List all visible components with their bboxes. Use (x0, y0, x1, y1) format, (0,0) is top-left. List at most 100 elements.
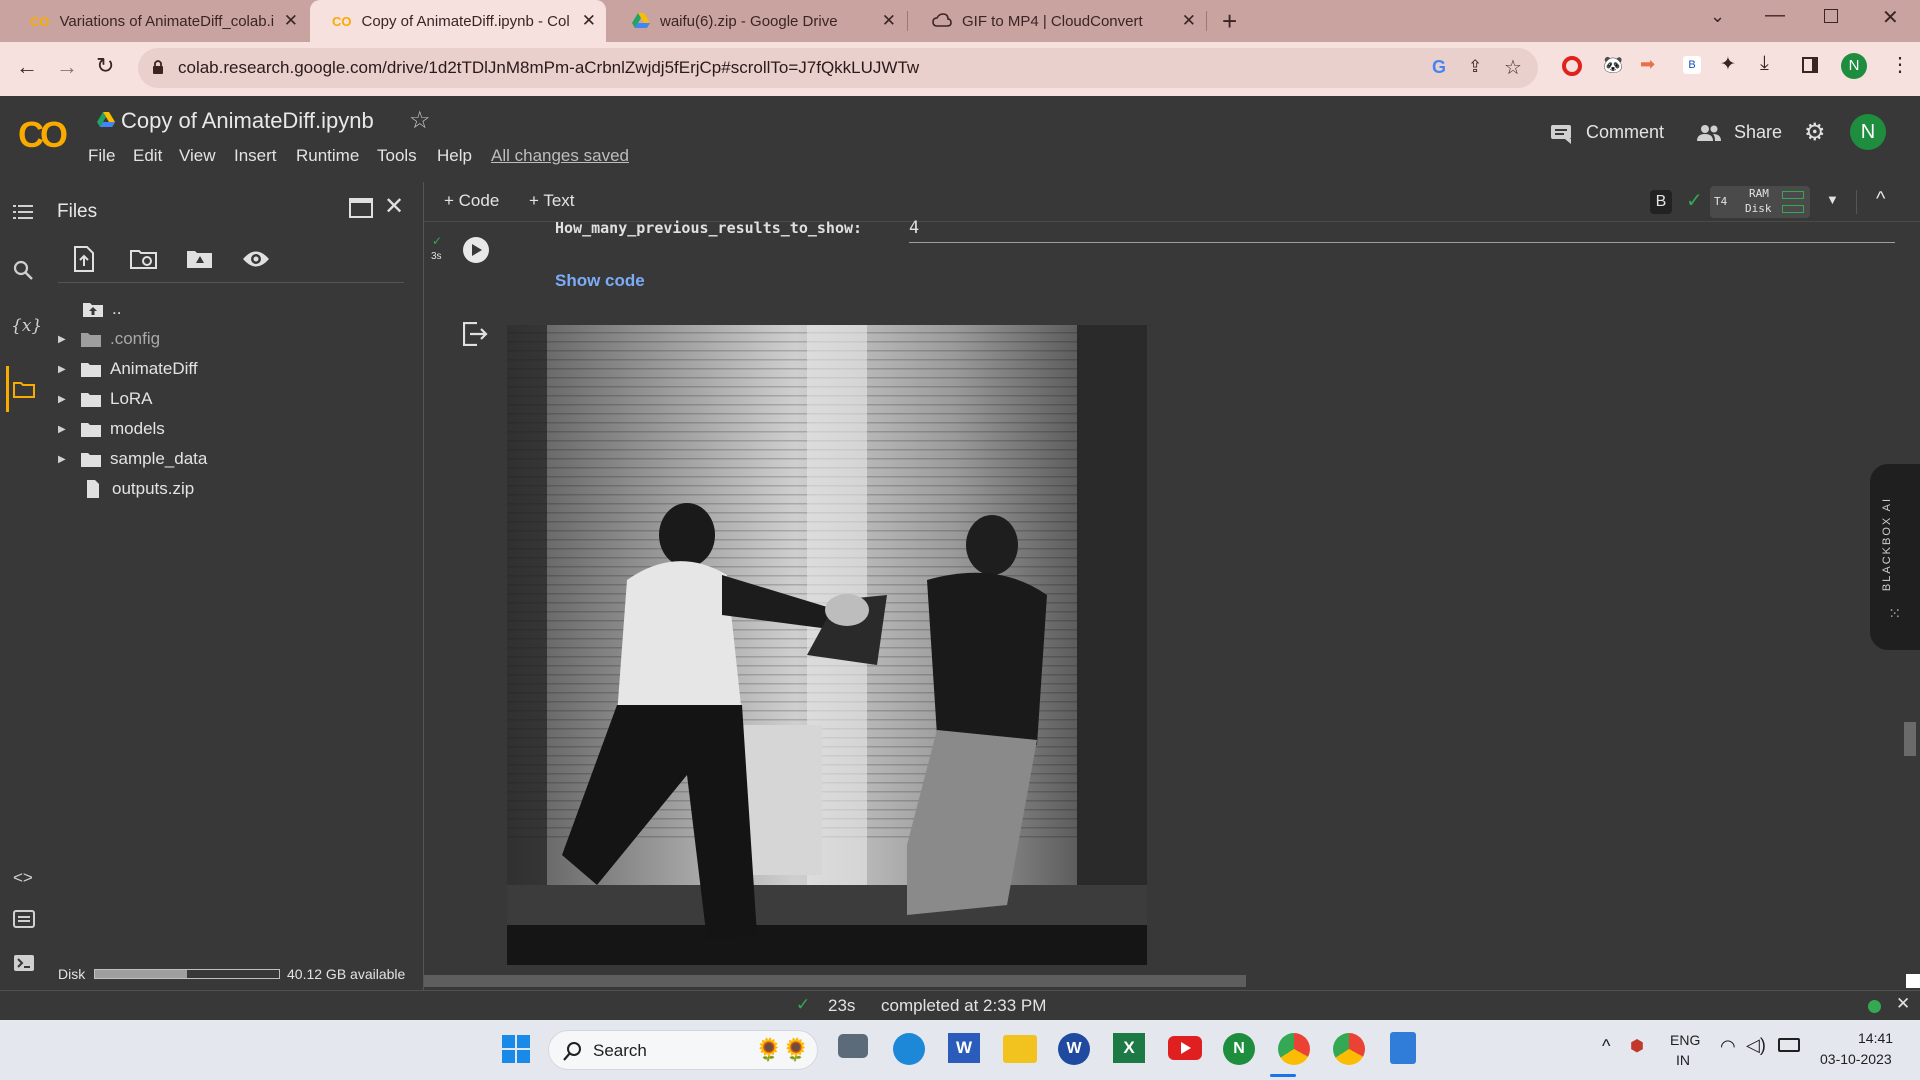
close-status-icon[interactable]: ✕ (1896, 994, 1910, 1014)
blackbox-extension-icon[interactable]: B (1683, 56, 1701, 74)
google-icon[interactable]: G (1432, 57, 1446, 78)
file-tree-row-folder[interactable]: ▶ AnimateDiff (58, 355, 198, 383)
menu-runtime[interactable]: Runtime (296, 146, 359, 166)
menu-edit[interactable]: Edit (133, 146, 162, 166)
file-tree-row-file[interactable]: outputs.zip (80, 475, 194, 503)
notebook-title[interactable]: Copy of AnimateDiff.ipynb (121, 108, 374, 134)
file-tree-row-folder[interactable]: ▶ sample_data (58, 445, 207, 473)
horizontal-scrollbar-thumb[interactable] (424, 975, 1246, 987)
menu-view[interactable]: View (179, 146, 216, 166)
menu-file[interactable]: File (88, 146, 115, 166)
browser-tab-active[interactable]: CO Copy of AnimateDiff.ipynb - Col ✕ (310, 0, 606, 42)
extensions-puzzle-icon[interactable]: ✦ (1720, 53, 1736, 76)
language-top[interactable]: ENG (1670, 1032, 1700, 1048)
close-tab-icon[interactable]: ✕ (882, 11, 896, 31)
expand-arrow-icon[interactable]: ▶ (58, 334, 80, 345)
youtube-app-icon[interactable] (1168, 1036, 1202, 1060)
show-hidden-files-eye-icon[interactable] (242, 250, 270, 268)
bookmark-star-icon[interactable]: ☆ (1504, 55, 1522, 80)
notepad-app-icon[interactable] (1390, 1032, 1416, 1064)
menu-help[interactable]: Help (437, 146, 472, 166)
form-field-value[interactable]: 4 (909, 218, 919, 238)
account-avatar[interactable]: N (1850, 114, 1886, 150)
file-tree-row-parent[interactable]: .. (80, 295, 121, 323)
close-panel-icon[interactable]: ✕ (384, 192, 404, 221)
chrome-menu-icon[interactable]: ⋮ (1890, 52, 1910, 77)
n-app-icon[interactable]: N (1223, 1033, 1255, 1065)
settings-gear-icon[interactable]: ⚙ (1804, 118, 1826, 147)
blackbox-ai-widget[interactable]: BLACKBOX AI ⁙ (1870, 464, 1920, 650)
word-app-icon[interactable]: W (948, 1033, 980, 1063)
output-actions-icon[interactable] (463, 322, 489, 346)
run-cell-button[interactable] (463, 237, 489, 263)
command-palette-icon[interactable] (13, 910, 35, 928)
open-in-tab-icon[interactable] (349, 198, 373, 218)
terminal-icon[interactable] (13, 954, 35, 972)
add-text-button[interactable]: + Text (529, 191, 575, 211)
edge-browser-icon[interactable] (893, 1033, 925, 1065)
code-snippets-icon[interactable]: <> (13, 868, 33, 888)
close-tab-icon[interactable]: ✕ (1182, 11, 1196, 31)
vertical-scrollbar-thumb[interactable] (1904, 722, 1916, 756)
browser-tab[interactable]: GIF to MP4 | CloudConvert ✕ (910, 0, 1206, 42)
expand-arrow-icon[interactable]: ▶ (58, 364, 80, 375)
expand-arrow-icon[interactable]: ▶ (58, 424, 80, 435)
refresh-folder-icon[interactable] (130, 248, 158, 270)
menu-insert[interactable]: Insert (234, 146, 277, 166)
omnibox[interactable]: colab.research.google.com/drive/1d2tTDlJ… (138, 48, 1538, 88)
file-tree-row-folder[interactable]: ▶ models (58, 415, 165, 443)
file-tree-row-folder[interactable]: ▶ LoRA (58, 385, 153, 413)
arrow-extension-icon[interactable]: ➡ (1640, 54, 1655, 75)
chrome-profile-m-icon[interactable] (1333, 1033, 1365, 1065)
chrome-profile-n-icon[interactable] (1278, 1033, 1310, 1065)
taskbar-search-box[interactable]: Search 🌻🌻 (548, 1030, 818, 1070)
share-page-icon[interactable]: ⇪ (1468, 57, 1482, 77)
opera-extension-icon[interactable] (1562, 56, 1582, 76)
new-tab-plus-icon[interactable]: + (1222, 6, 1237, 37)
url-text[interactable]: colab.research.google.com/drive/1d2tTDlJ… (178, 58, 919, 78)
browser-tab[interactable]: waifu(6).zip - Google Drive ✕ (610, 0, 906, 42)
windows-start-icon[interactable] (502, 1035, 530, 1063)
excel-app-icon[interactable]: X (1113, 1033, 1145, 1063)
browser-tab[interactable]: CO Variations of AnimateDiff_colab.i ✕ (8, 0, 308, 42)
resources-indicator[interactable]: T4 RAM Disk (1710, 186, 1810, 218)
clock-date[interactable]: 03-10-2023 (1820, 1051, 1892, 1067)
side-panel-icon[interactable] (1802, 57, 1818, 73)
panda-extension-icon[interactable]: 🐼 (1603, 55, 1623, 75)
expand-arrow-icon[interactable]: ▶ (58, 394, 80, 405)
close-tab-icon[interactable]: ✕ (284, 11, 298, 31)
restore-window-icon[interactable] (1824, 9, 1838, 23)
camera-app-icon[interactable] (838, 1034, 868, 1058)
table-of-contents-icon[interactable] (13, 204, 33, 220)
tray-app-icon[interactable]: ⬢ (1630, 1036, 1644, 1056)
runtime-dropdown-icon[interactable]: ▼ (1826, 192, 1839, 207)
wifi-icon[interactable]: ◠ (1720, 1036, 1736, 1057)
mount-drive-icon[interactable] (186, 248, 214, 270)
volume-icon[interactable]: ◁) (1746, 1035, 1766, 1056)
search-icon[interactable] (13, 260, 33, 280)
runtime-badge[interactable]: B (1650, 190, 1672, 214)
folder-icon[interactable] (13, 380, 35, 398)
tab-search-chevron-icon[interactable]: ⌄ (1710, 6, 1725, 27)
file-explorer-icon[interactable] (1003, 1035, 1037, 1063)
clock-time[interactable]: 14:41 (1858, 1030, 1893, 1046)
file-tree-row-folder[interactable]: ▶ .config (58, 325, 160, 353)
star-icon[interactable]: ☆ (409, 106, 431, 135)
battery-icon[interactable] (1778, 1038, 1800, 1052)
collapse-header-icon[interactable]: ^ (1876, 188, 1885, 211)
tray-chevron-up-icon[interactable]: ^ (1602, 1036, 1610, 1057)
minimize-window-icon[interactable]: — (1765, 4, 1785, 27)
profile-avatar[interactable]: N (1841, 53, 1867, 79)
upload-file-icon[interactable] (74, 246, 94, 272)
writing-app-icon[interactable]: W (1058, 1033, 1090, 1065)
save-status-link[interactable]: All changes saved (491, 146, 629, 166)
reload-icon[interactable]: ↻ (96, 53, 114, 79)
menu-tools[interactable]: Tools (377, 146, 417, 166)
back-arrow-icon[interactable]: ← (16, 54, 38, 80)
colab-logo[interactable]: CO (18, 114, 68, 156)
forward-arrow-icon[interactable]: → (56, 54, 78, 80)
download-icon[interactable]: ⤓ (1760, 52, 1769, 75)
show-code-link[interactable]: Show code (555, 271, 645, 291)
variables-icon[interactable]: {x} (11, 316, 42, 336)
close-window-icon[interactable]: ✕ (1882, 5, 1899, 30)
